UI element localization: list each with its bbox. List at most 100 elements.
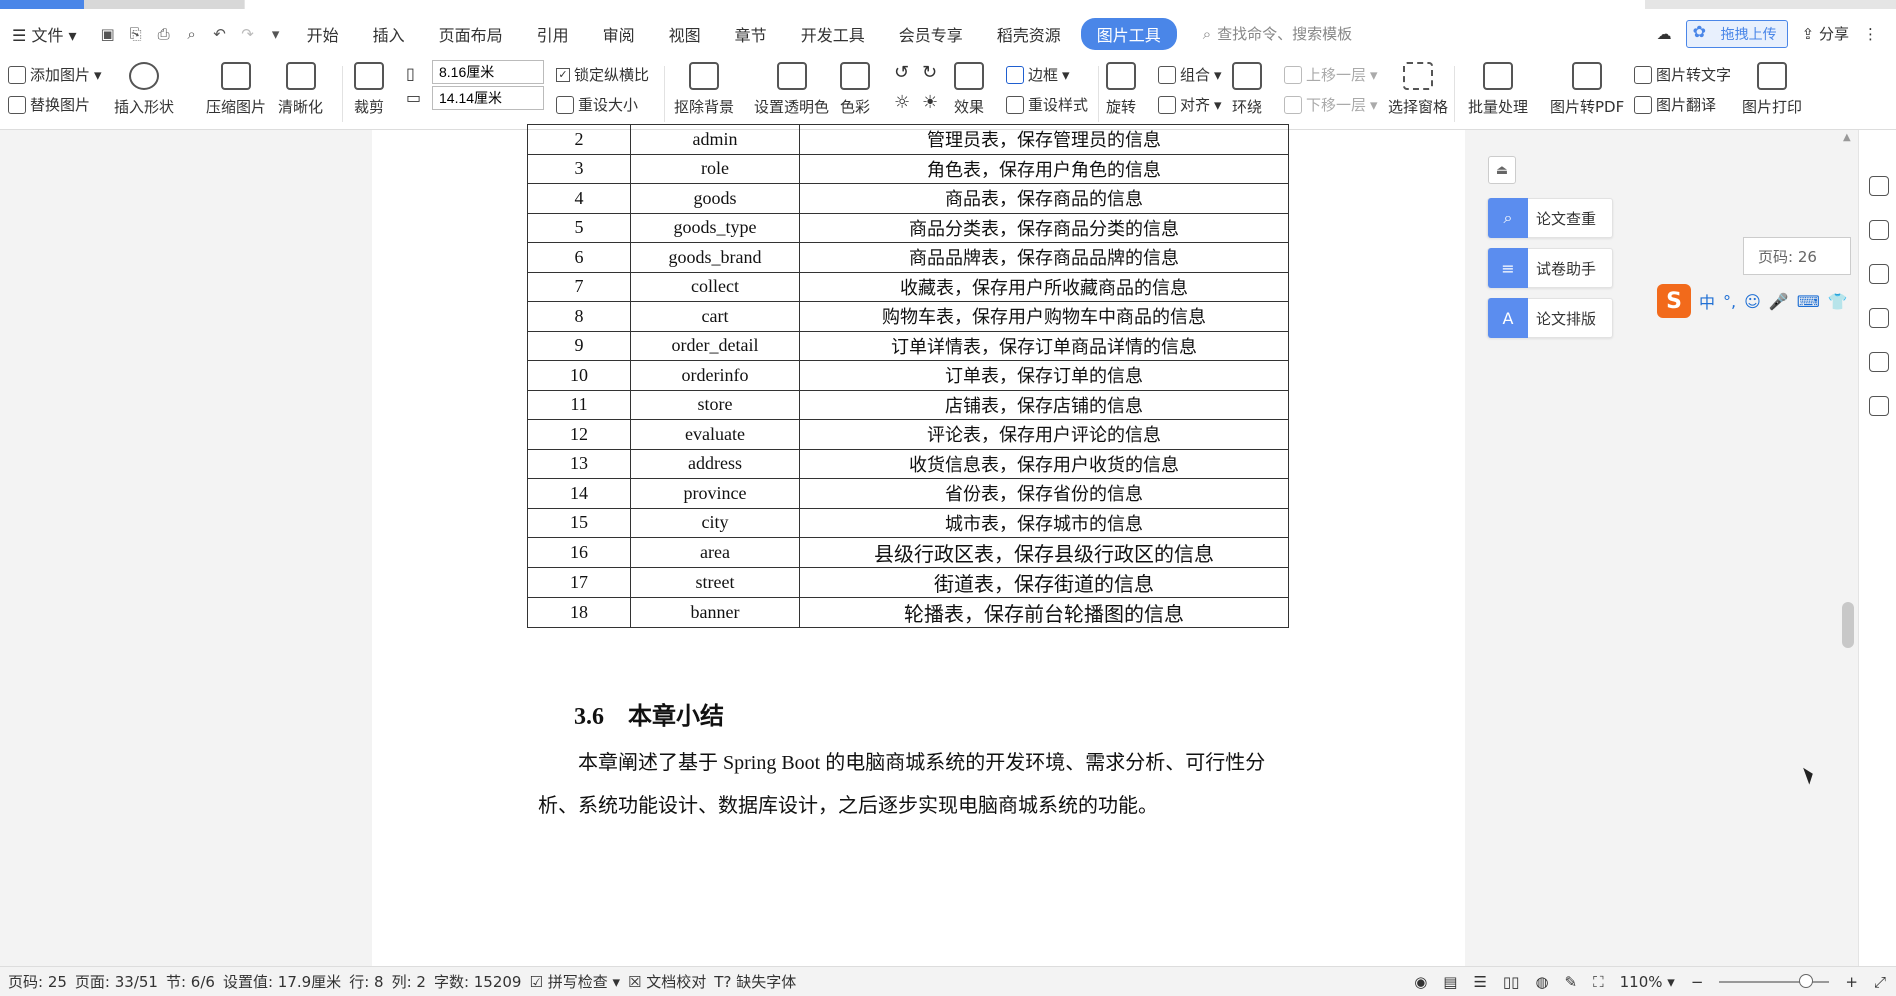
doc-proof-button[interactable]: ☒ 文档校对	[628, 971, 706, 992]
table-cell-description[interactable]: 县级行政区表，保存县级行政区的信息	[799, 537, 1289, 568]
table-cell-name[interactable]: role	[630, 153, 800, 184]
zoom-out-icon[interactable]: −	[1691, 973, 1704, 991]
tab-page-layout[interactable]: 页面布局	[425, 22, 517, 46]
table-cell-name[interactable]: store	[630, 389, 800, 420]
emoji-icon[interactable]: ☺	[1744, 292, 1761, 311]
selection-pane-button[interactable]: 选择窗格	[1388, 62, 1448, 117]
tab-view[interactable]: 视图	[655, 22, 715, 46]
send-backward-button[interactable]: 下移一层 ▾	[1284, 94, 1378, 115]
table-cell-index[interactable]: 18	[527, 597, 631, 628]
export-icon[interactable]: ⎘	[125, 23, 147, 45]
cloud-icon[interactable]: ☁	[1657, 25, 1672, 43]
effects-button[interactable]: 效果	[954, 62, 984, 117]
set-transparent-button[interactable]: 设置透明色	[754, 62, 829, 117]
remove-background-button[interactable]: 抠除背景	[674, 62, 734, 117]
status-word-count[interactable]: 字数: 15209	[434, 971, 522, 992]
reading-view-icon[interactable]: ▯▯	[1503, 973, 1520, 991]
eye-protection-icon[interactable]: ◉	[1414, 973, 1427, 991]
table-cell-name[interactable]: admin	[630, 124, 800, 155]
cursor-select-icon[interactable]	[1869, 264, 1889, 284]
table-cell-description[interactable]: 收货信息表，保存用户收货的信息	[799, 448, 1289, 479]
table-cell-description[interactable]: 订单详情表，保存订单商品详情的信息	[799, 330, 1289, 361]
image-icon[interactable]	[1869, 352, 1889, 372]
add-picture-button[interactable]: 添加图片 ▾	[8, 64, 102, 85]
fullscreen-icon[interactable]: ⤢	[1874, 973, 1886, 991]
replace-picture-button[interactable]: 替换图片	[8, 94, 90, 115]
more-options-icon[interactable]: ⋮	[1863, 25, 1878, 43]
tab-chapter[interactable]: 章节	[721, 22, 781, 46]
tab-developer[interactable]: 开发工具	[787, 22, 879, 46]
table-cell-name[interactable]: goods_brand	[630, 242, 800, 273]
status-section[interactable]: 节: 6/6	[166, 971, 215, 992]
table-cell-description[interactable]: 收藏表，保存用户所收藏商品的信息	[799, 271, 1289, 302]
table-cell-name[interactable]: street	[630, 567, 800, 598]
pen-icon[interactable]	[1869, 220, 1889, 240]
tab-member[interactable]: 会员专享	[885, 22, 977, 46]
align-button[interactable]: 对齐 ▾	[1158, 94, 1222, 115]
fit-page-icon[interactable]: ⛶	[1593, 973, 1604, 991]
table-cell-index[interactable]: 6	[527, 242, 631, 273]
lock-ratio-checkbox[interactable]: ✓ 锁定纵横比	[556, 64, 649, 85]
color-button[interactable]: 色彩	[840, 62, 870, 117]
status-col[interactable]: 列: 2	[392, 971, 426, 992]
status-page-count[interactable]: 页面: 33/51	[75, 971, 158, 992]
zoom-in-icon[interactable]: +	[1845, 973, 1858, 991]
save-icon[interactable]: ▣	[97, 23, 119, 45]
picture-to-pdf-button[interactable]: 图片转PDF	[1550, 62, 1624, 117]
table-cell-name[interactable]: cart	[630, 301, 800, 332]
paper-layout-button[interactable]: A 论文排版	[1487, 298, 1613, 338]
table-cell-description[interactable]: 商品表，保存商品的信息	[799, 183, 1289, 214]
sharpen-button[interactable]: 清晰化	[278, 62, 323, 117]
web-view-icon[interactable]: ◍	[1535, 973, 1548, 991]
microphone-icon[interactable]: 🎤	[1769, 292, 1789, 311]
table-cell-name[interactable]: province	[630, 478, 800, 509]
table-cell-description[interactable]: 街道表，保存街道的信息	[799, 567, 1289, 598]
vertical-scrollbar[interactable]: ▲	[1838, 130, 1856, 966]
table-cell-index[interactable]: 17	[527, 567, 631, 598]
sliders-icon[interactable]	[1869, 308, 1889, 328]
table-cell-index[interactable]: 9	[527, 330, 631, 361]
table-cell-name[interactable]: order_detail	[630, 330, 800, 361]
group-button[interactable]: 组合 ▾	[1158, 64, 1222, 85]
width-input[interactable]	[432, 60, 544, 84]
table-cell-index[interactable]: 3	[527, 153, 631, 184]
command-search[interactable]: ⌕ 查找命令、搜索模板	[1203, 23, 1352, 44]
insert-shape-button[interactable]: 插入形状	[114, 62, 174, 117]
tab-picture-tools[interactable]: 图片工具	[1080, 17, 1177, 50]
table-cell-name[interactable]: goods_type	[630, 212, 800, 243]
table-cell-name[interactable]: area	[630, 537, 800, 568]
picture-to-text-button[interactable]: 图片转文字	[1634, 64, 1731, 85]
table-cell-description[interactable]: 商品品牌表，保存商品品牌的信息	[799, 242, 1289, 273]
rotate-right-icon[interactable]: ↻	[922, 62, 937, 83]
table-cell-index[interactable]: 16	[527, 537, 631, 568]
compass-icon[interactable]	[1869, 396, 1889, 416]
missing-font-button[interactable]: T? 缺失字体	[714, 971, 796, 992]
zoom-level[interactable]: 110% ▾	[1620, 973, 1675, 991]
zoom-slider-knob[interactable]	[1799, 974, 1814, 988]
table-cell-name[interactable]: orderinfo	[630, 360, 800, 391]
table-cell-index[interactable]: 14	[527, 478, 631, 509]
table-cell-description[interactable]: 商品分类表，保存商品分类的信息	[799, 212, 1289, 243]
write-mode-icon[interactable]: ✎	[1565, 973, 1578, 991]
status-setting[interactable]: 设置值: 17.9厘米	[223, 971, 341, 992]
table-cell-index[interactable]: 2	[527, 124, 631, 155]
quick-access-more-icon[interactable]: ▾	[265, 23, 287, 45]
undo-icon[interactable]: ↶	[209, 23, 231, 45]
preview-icon[interactable]: ⌕	[181, 23, 203, 45]
compress-picture-button[interactable]: 压缩图片	[206, 62, 266, 117]
table-cell-index[interactable]: 10	[527, 360, 631, 391]
print-icon[interactable]: ⎙	[153, 23, 175, 45]
table-cell-description[interactable]: 角色表，保存用户角色的信息	[799, 153, 1289, 184]
drag-upload-button[interactable]: ✿ 拖拽上传	[1685, 19, 1788, 48]
page-view-icon[interactable]: ▤	[1443, 973, 1457, 991]
tab-docer[interactable]: 稻壳资源	[983, 22, 1075, 46]
bring-forward-button[interactable]: 上移一层 ▾	[1284, 64, 1378, 85]
table-cell-name[interactable]: evaluate	[630, 419, 800, 450]
reset-size-button[interactable]: 重设大小	[556, 94, 638, 115]
brightness-down-icon[interactable]: ☼	[894, 92, 910, 113]
table-cell-index[interactable]: 5	[527, 212, 631, 243]
tab-start[interactable]: 开始	[293, 22, 353, 46]
collapse-panel-button[interactable]: ⏏	[1488, 156, 1516, 184]
tab-references[interactable]: 引用	[523, 22, 583, 46]
rocket-icon[interactable]	[1869, 176, 1889, 196]
